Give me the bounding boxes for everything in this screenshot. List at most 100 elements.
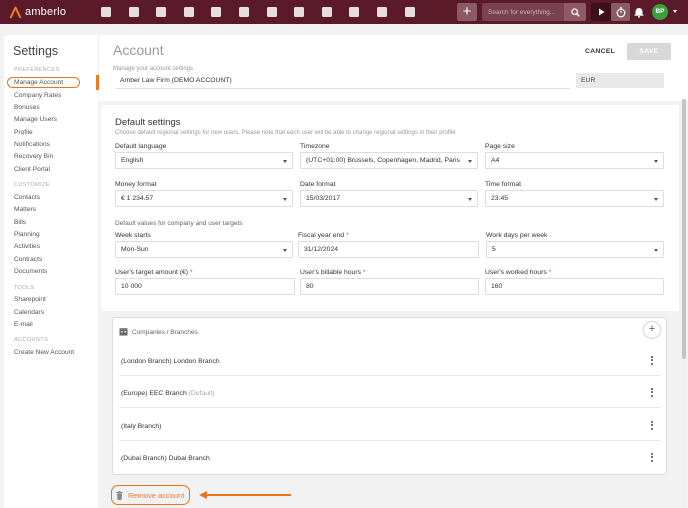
sidebar-item-planning[interactable]: Planning — [14, 231, 40, 238]
money-format-select[interactable]: € 1 234.57 — [115, 190, 293, 207]
money-format-label: Money format — [115, 181, 157, 188]
chevron-down-icon — [283, 249, 287, 252]
folder-icon — [321, 7, 332, 17]
branches-header: Companies / Branches — [119, 328, 198, 336]
page-size-select[interactable]: A4 — [485, 152, 664, 169]
settings-sidebar: Settings PREFERENCES Manage Account Comp… — [4, 35, 99, 508]
scrollbar-thumb[interactable] — [682, 99, 686, 359]
bank-nav-button[interactable] — [205, 4, 227, 20]
quick-add-button[interactable]: + — [457, 3, 477, 21]
folder-nav-button[interactable] — [316, 4, 338, 20]
chevron-down-icon — [468, 160, 472, 163]
firm-name-field[interactable]: Amber Law Firm (DEMO ACCOUNT) — [116, 73, 570, 89]
sidebar-item-create-new-account[interactable]: Create New Account — [14, 349, 74, 356]
documents-nav-button[interactable] — [343, 4, 365, 20]
sidebar-item-bonuses[interactable]: Bonuses — [14, 104, 40, 111]
contacts-nav-button[interactable] — [123, 4, 145, 20]
apps-nav-button[interactable] — [95, 4, 117, 20]
more-vertical-icon[interactable] — [649, 355, 655, 367]
calendar-nav-button[interactable] — [233, 4, 255, 20]
sidebar-item-client-portal[interactable]: Client Portal — [14, 166, 50, 173]
time-icon — [266, 7, 277, 17]
branch-row[interactable]: (London Branch) London Branch — [119, 346, 660, 376]
sidebar-item-matters[interactable]: Matters — [14, 206, 36, 213]
week-starts-value: Mon-Sun — [121, 246, 149, 253]
required-asterisk: * — [189, 269, 193, 276]
sidebar-item-manage-account[interactable]: Manage Account — [14, 79, 63, 86]
default-language-label: Default language — [115, 143, 167, 150]
sidebar-item-contacts[interactable]: Contacts — [14, 194, 40, 201]
sidebar-item-notifications[interactable]: Notifications — [14, 141, 50, 148]
page-size-label: Page size — [485, 143, 515, 150]
default-language-value: English — [121, 157, 144, 164]
timer-button[interactable] — [611, 3, 630, 21]
sidebar-item-calendars[interactable]: Calendars — [14, 309, 44, 316]
sidebar-item-contracts[interactable]: Contracts — [14, 256, 42, 263]
sidebar-item-company-rates[interactable]: Company Rates — [14, 92, 61, 99]
more-vertical-icon[interactable] — [649, 452, 655, 464]
sidebar-item-recovery-bin[interactable]: Recovery Bin — [14, 153, 53, 160]
reports-nav-button[interactable] — [399, 4, 421, 20]
remove-account-button[interactable]: Remove account — [111, 485, 190, 505]
more-vertical-icon[interactable] — [649, 420, 655, 432]
time-format-label: Time format — [485, 181, 522, 188]
week-starts-select[interactable]: Mon-Sun — [115, 241, 293, 258]
sidebar-item-profile[interactable]: Profile — [14, 129, 33, 136]
date-format-value: 15/03/2017 — [306, 195, 341, 202]
notifications-bell-icon[interactable] — [633, 6, 645, 18]
time-nav-button[interactable] — [261, 4, 283, 20]
work-days-select[interactable]: 5 — [486, 241, 664, 258]
chevron-down-icon[interactable] — [673, 10, 677, 13]
cancel-button[interactable]: CANCEL — [585, 48, 615, 55]
sidebar-title: Settings — [13, 44, 59, 58]
branch-row[interactable]: (Italy Branch) — [119, 411, 660, 441]
branch-row[interactable]: (Dubai Branch) Dubai Branch — [119, 443, 660, 473]
chevron-down-icon — [654, 160, 658, 163]
save-button[interactable]: SAVE — [627, 43, 671, 60]
date-format-select[interactable]: 15/03/2017 — [300, 190, 478, 207]
top-bar: amberlo + BP — [0, 0, 688, 24]
default-language-select[interactable]: English — [115, 152, 293, 169]
billable-hours-label: User's billable hours * — [300, 269, 366, 276]
chevron-down-icon — [654, 249, 658, 252]
sidebar-item-documents[interactable]: Documents — [14, 268, 47, 275]
sidebar-item-email[interactable]: E-mail — [14, 321, 33, 328]
work-days-label: Work days per week — [486, 232, 548, 239]
search-input[interactable] — [488, 3, 566, 21]
start-timer-button[interactable] — [591, 3, 611, 21]
add-branch-button[interactable]: + — [644, 322, 660, 338]
fiscal-year-end-field[interactable]: 31/12/2024 — [298, 241, 479, 258]
top-nav — [95, 4, 426, 20]
contacts-icon — [128, 7, 139, 17]
mail-icon — [376, 7, 387, 17]
billable-hours-field[interactable]: 80 — [300, 278, 479, 295]
work-days-value: 5 — [492, 246, 496, 253]
user-avatar[interactable]: BP — [652, 4, 668, 20]
branch-row[interactable]: (Europe) EEC Branch (Default) — [119, 378, 660, 408]
search-button[interactable] — [564, 3, 586, 21]
sidebar-item-activities[interactable]: Activities — [14, 243, 40, 250]
branches-card: Companies / Branches + (London Branch) L… — [112, 317, 667, 475]
expenses-nav-button[interactable] — [288, 4, 310, 20]
worked-hours-value: 160 — [491, 283, 503, 290]
branch-name: (Europe) EEC Branch (Default) — [121, 390, 215, 397]
bank-icon — [211, 7, 222, 17]
more-vertical-icon[interactable] — [649, 387, 655, 399]
sidebar-item-sharepoint[interactable]: Sharepoint — [14, 296, 46, 303]
documents-icon — [349, 7, 360, 17]
default-settings-description: Choose default regional settings for new… — [115, 130, 456, 136]
required-asterisk: * — [345, 232, 349, 239]
matters-nav-button[interactable] — [150, 4, 172, 20]
app-logo[interactable]: amberlo — [9, 6, 89, 19]
sidebar-section-customize: CUSTOMIZE — [14, 182, 50, 188]
target-amount-field[interactable]: 10 000 — [115, 278, 295, 295]
timezone-select[interactable]: (UTC+01:00) Brussels, Copenhagen, Madrid… — [300, 152, 478, 169]
targets-description: Default values for company and user targ… — [115, 220, 243, 227]
branch-name: (Italy Branch) — [121, 423, 162, 430]
sidebar-item-bills[interactable]: Bills — [14, 219, 26, 226]
bills-nav-button[interactable] — [178, 4, 200, 20]
time-format-select[interactable]: 23:45 — [485, 190, 664, 207]
worked-hours-field[interactable]: 160 — [485, 278, 664, 295]
mail-nav-button[interactable] — [371, 4, 393, 20]
sidebar-item-manage-users[interactable]: Manage Users — [14, 116, 57, 123]
